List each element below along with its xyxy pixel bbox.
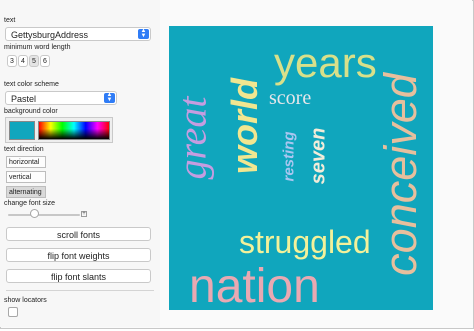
color-spectrum[interactable]: [38, 121, 110, 140]
flip-font-slants-button[interactable]: flip font slants: [6, 269, 151, 283]
font-size-slider[interactable]: [8, 214, 80, 216]
word-nation: nation: [189, 260, 320, 311]
flip-font-weights-button[interactable]: flip font weights: [6, 248, 151, 262]
direction-horizontal-button[interactable]: horizontal: [6, 156, 46, 168]
color-scheme-select[interactable]: Pastel ▲ ▼: [5, 91, 117, 105]
text-select-value: GettysburgAddress: [11, 30, 89, 40]
word-years: years: [274, 39, 377, 86]
background-color-picker[interactable]: [5, 117, 113, 143]
word-resting: resting: [280, 131, 298, 182]
min-word-length-option-6[interactable]: 6: [40, 55, 50, 67]
background-color-label: background color: [4, 108, 58, 115]
slider-expand-icon[interactable]: +: [81, 211, 87, 217]
scroll-fonts-button[interactable]: scroll fonts: [6, 227, 151, 241]
select-arrows-icon: ▲ ▼: [138, 28, 149, 39]
word-seven: seven: [307, 127, 330, 185]
show-locators-label: show locators: [4, 297, 47, 304]
min-word-length-label: minimum word length: [4, 44, 71, 51]
word-score: score: [269, 87, 312, 109]
min-word-length-option-4[interactable]: 4: [18, 55, 28, 67]
change-font-size-label: change font size: [4, 200, 55, 207]
text-select[interactable]: GettysburgAddress ▲ ▼: [5, 27, 151, 41]
color-scheme-value: Pastel: [11, 94, 37, 104]
background-color-swatch[interactable]: [9, 121, 35, 140]
show-locators-checkbox[interactable]: [8, 307, 18, 317]
word-world: world: [224, 78, 265, 174]
text-direction-label: text direction: [4, 146, 44, 153]
divider: [6, 290, 154, 291]
min-word-length-option-3[interactable]: 3: [7, 55, 17, 67]
controls-panel: text GettysburgAddress ▲ ▼ minimum word l…: [0, 0, 160, 327]
word-struggled: struggled: [239, 224, 371, 260]
min-word-length-option-5[interactable]: 5: [29, 55, 39, 67]
word-conceived: conceived: [374, 73, 426, 276]
text-color-scheme-label: text color scheme: [4, 81, 59, 88]
font-size-slider-knob[interactable]: [30, 209, 39, 218]
text-label: text: [4, 17, 16, 24]
select-arrows-icon: ▲ ▼: [104, 92, 115, 103]
word-cloud-canvas: years score great world resting seven co…: [169, 26, 433, 310]
direction-alternating-button[interactable]: alternating: [6, 186, 46, 198]
direction-vertical-button[interactable]: vertical: [6, 171, 46, 183]
word-great: great: [169, 96, 215, 180]
